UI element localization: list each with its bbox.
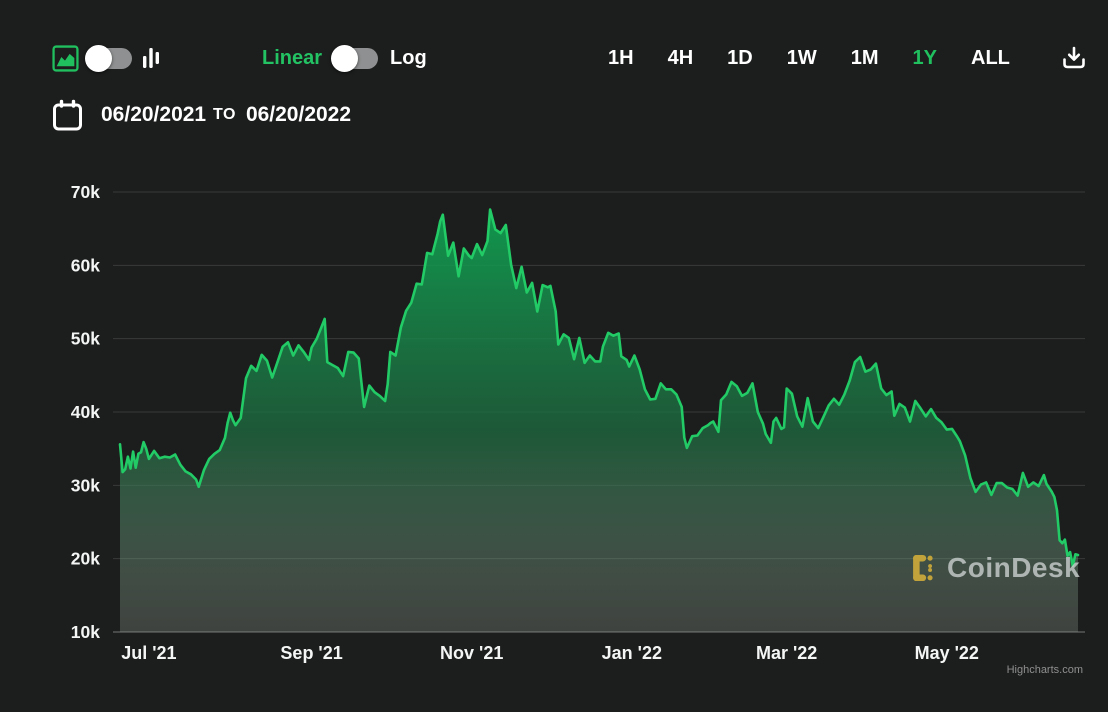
area-chart-icon — [52, 44, 79, 72]
scale-toggle-group: Linear Log — [262, 44, 427, 72]
switch-knob — [331, 44, 359, 72]
x-tick-label: Mar '22 — [756, 643, 817, 663]
range-button-1h[interactable]: 1H — [608, 46, 634, 70]
range-button-1y[interactable]: 1Y — [913, 46, 937, 70]
end-date-input[interactable]: 06/20/2022 — [246, 103, 361, 127]
chart-type-toggle-group — [52, 44, 161, 72]
date-range-picker: 06/20/2021 TO 06/20/2022 — [52, 98, 361, 132]
x-tick-label: May '22 — [915, 643, 979, 663]
range-selector: 1H 4H 1D 1W 1M 1Y ALL — [608, 46, 1010, 70]
bar-chart-icon — [143, 48, 159, 68]
range-button-1d[interactable]: 1D — [727, 46, 753, 70]
y-tick-label: 70k — [71, 182, 100, 202]
date-range-separator: TO — [213, 106, 236, 123]
calendar-icon — [53, 99, 82, 130]
range-button-4h[interactable]: 4H — [668, 46, 694, 70]
log-label: Log — [390, 47, 427, 69]
range-button-all[interactable]: ALL — [971, 46, 1010, 70]
x-tick-label: Nov '21 — [440, 643, 503, 663]
download-icon — [1063, 46, 1085, 69]
linear-label: Linear — [262, 47, 323, 69]
range-button-1m[interactable]: 1M — [851, 46, 879, 70]
range-button-1w[interactable]: 1W — [787, 46, 817, 70]
x-tick-label: Jan '22 — [602, 643, 662, 663]
scale-switch[interactable] — [331, 44, 379, 72]
y-tick-label: 40k — [71, 402, 100, 422]
coindesk-price-chart-app: 70k 60k 50k 40k 30k 20k 10k Jul '21 Sep '21 Nov '… — [0, 0, 1108, 712]
price-area-fill — [120, 209, 1078, 632]
highcharts-credit-link[interactable]: Highcharts.com — [1007, 664, 1083, 676]
calendar-button[interactable] — [52, 98, 83, 132]
start-date-input[interactable]: 06/20/2021 — [101, 103, 210, 127]
y-tick-label: 30k — [71, 475, 100, 495]
switch-knob — [85, 44, 112, 72]
y-tick-label: 50k — [71, 329, 100, 349]
x-tick-label: Jul '21 — [121, 643, 176, 663]
chart-type-switch[interactable] — [85, 44, 132, 72]
download-button[interactable] — [1058, 42, 1090, 74]
y-tick-label: 60k — [71, 255, 100, 275]
x-tick-label: Sep '21 — [280, 643, 342, 663]
y-tick-label: 20k — [71, 549, 100, 569]
y-tick-label: 10k — [71, 622, 100, 642]
